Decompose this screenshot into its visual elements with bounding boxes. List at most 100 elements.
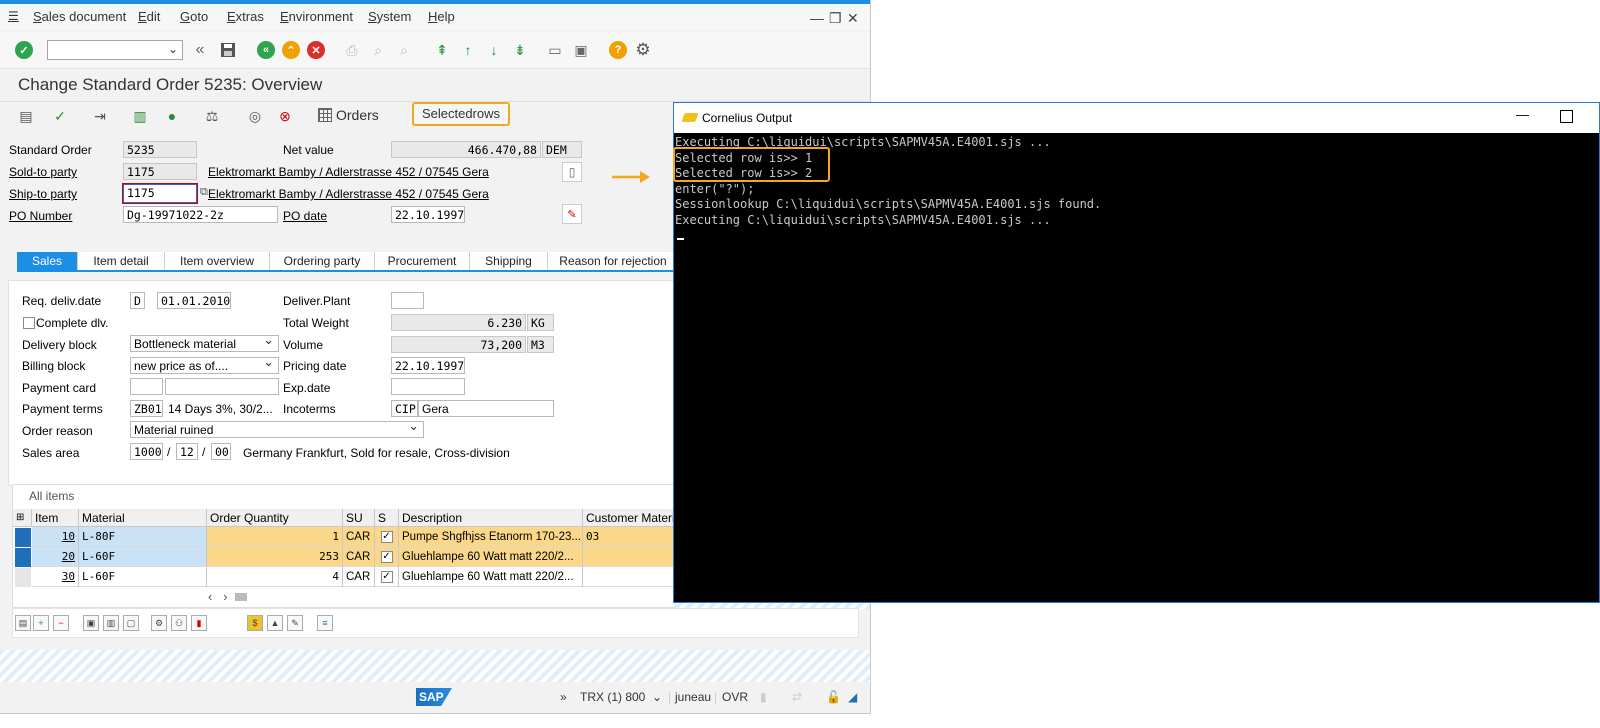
cell-customer-material[interactable]: 03 <box>583 527 675 547</box>
cell-description[interactable]: Gluehlampe 60 Watt matt 220/2... <box>399 567 583 587</box>
scroll-right-icon[interactable]: › <box>223 589 227 604</box>
tab-procurement[interactable]: Procurement <box>375 252 470 270</box>
resize-icon[interactable]: ◢ <box>848 690 857 704</box>
column-header-s[interactable]: S <box>375 509 399 527</box>
menu-goto[interactable]: Goto <box>180 9 208 24</box>
po-number-field[interactable]: Dg-19971022-2z <box>123 206 278 223</box>
item-detail-icon[interactable]: ▤ <box>15 615 31 631</box>
cell-item[interactable]: 30 <box>32 567 79 587</box>
billing-block-select[interactable]: new price as of.... <box>130 357 279 374</box>
row-selector[interactable] <box>15 528 31 547</box>
delivery-block-select[interactable]: Bottleneck material <box>130 335 279 352</box>
cell-customer-material[interactable] <box>583 567 675 587</box>
deliver-plant-field[interactable] <box>391 292 424 309</box>
enter-icon[interactable]: ✓ <box>14 40 34 60</box>
gear-icon[interactable]: ⚙ <box>633 40 653 60</box>
last-page-icon[interactable]: ⇟ <box>510 40 530 60</box>
menu-edit[interactable]: Edit <box>138 9 160 24</box>
check-icon[interactable]: ✓ <box>380 530 393 543</box>
sold-to-name[interactable]: Elektromarkt Bamby / Adlerstrasse 452 / … <box>208 165 489 179</box>
cell-su[interactable]: CAR <box>343 527 375 547</box>
table-settings-icon[interactable]: ⊞ <box>13 509 32 527</box>
lock-icon[interactable]: 🔓 <box>826 690 841 704</box>
tab-item-detail[interactable]: Item detail <box>78 252 165 270</box>
tab-shipping[interactable]: Shipping <box>470 252 548 270</box>
cell-description[interactable]: Pumpe Shgfhjss Etanorm 170-23... <box>399 527 583 547</box>
cancel-icon[interactable]: ✕ <box>306 40 326 60</box>
delete-row-icon[interactable]: − <box>53 615 69 631</box>
check-icon[interactable]: ✓ <box>380 550 393 563</box>
transfer-icon[interactable]: ⇥ <box>90 106 110 126</box>
row-selector[interactable] <box>15 568 31 587</box>
pricing-icon[interactable]: $ <box>247 615 263 631</box>
pricing-date-field[interactable]: 22.10.1997 <box>391 357 465 374</box>
signature-icon[interactable]: ✎ <box>562 204 582 224</box>
pin-icon[interactable]: ⊗ <box>275 106 295 126</box>
cell-s[interactable]: ✓ <box>375 547 399 567</box>
menu-help[interactable]: Help <box>428 9 455 24</box>
notes-icon[interactable]: ✎ <box>287 615 303 631</box>
collapse-icon[interactable]: « <box>190 40 210 60</box>
cell-material[interactable]: L-60F <box>79 567 207 587</box>
chart-icon[interactable]: ▮ <box>191 615 207 631</box>
document-icon[interactable]: ▤ <box>16 106 36 126</box>
help-icon[interactable]: ? <box>608 40 628 60</box>
cell-order-quantity[interactable]: 1 <box>207 527 343 547</box>
select-all-icon[interactable]: ▣ <box>83 615 99 631</box>
chevron-down-icon[interactable]: ⌄ <box>652 690 662 704</box>
exp-date-field[interactable] <box>391 378 465 395</box>
menu-environment[interactable]: Environment <box>280 9 353 24</box>
scroll-left-icon[interactable]: ‹ <box>208 589 212 604</box>
payment-terms-code-field[interactable]: ZB01 <box>130 400 163 417</box>
menu-extras[interactable]: Extras <box>227 9 264 24</box>
column-header-su[interactable]: SU <box>343 509 375 527</box>
first-page-icon[interactable]: ⇞ <box>432 40 452 60</box>
cell-customer-material[interactable] <box>583 547 675 567</box>
ship-to-name[interactable]: Elektromarkt Bamby / Adlerstrasse 452 / … <box>208 187 489 201</box>
new-session-icon[interactable]: ▭ <box>545 40 565 60</box>
exit-icon[interactable]: ⌃ <box>281 40 301 60</box>
maximize-icon[interactable] <box>1560 110 1573 123</box>
cell-su[interactable]: CAR <box>343 567 375 587</box>
column-header-item[interactable]: Item <box>32 509 79 527</box>
column-header-customer-material[interactable]: Customer Materi <box>583 509 675 527</box>
check-icon[interactable]: ✓ <box>50 106 70 126</box>
ship-to-label[interactable]: Ship-to party <box>9 187 77 201</box>
tab-item-overview[interactable]: Item overview <box>165 252 270 270</box>
status-transaction[interactable]: TRX (1) 800 <box>580 690 645 704</box>
back-icon[interactable]: « <box>256 40 276 60</box>
orders-button[interactable]: Orders <box>318 107 379 123</box>
po-number-label[interactable]: PO Number <box>9 209 72 223</box>
select-block-icon[interactable]: ▥ <box>103 615 119 631</box>
menu-icon[interactable]: ☰ <box>8 9 19 23</box>
check-icon[interactable]: ✓ <box>380 570 393 583</box>
close-window-icon[interactable]: ✕ <box>847 10 859 27</box>
menu-system[interactable]: System <box>368 9 411 24</box>
column-header-order-quantity[interactable]: Order Quantity <box>207 509 343 527</box>
cell-s[interactable]: ✓ <box>375 567 399 587</box>
payment-card-type-field[interactable] <box>130 378 163 395</box>
schedule-lines-icon[interactable]: ≡ <box>317 615 333 631</box>
deselect-all-icon[interactable]: ▢ <box>123 615 139 631</box>
status-mode[interactable]: OVR <box>722 690 748 704</box>
balance-icon[interactable]: ⚖ <box>202 106 222 126</box>
incoterms-text-field[interactable]: Gera <box>418 400 554 417</box>
req-deliv-date-field[interactable]: 01.01.2010 <box>157 292 231 309</box>
tab-ordering-party[interactable]: Ordering party <box>270 252 375 270</box>
cell-item[interactable]: 20 <box>32 547 79 567</box>
division-field[interactable]: 00 <box>211 443 231 460</box>
menu-sales-document[interactable]: Sales document <box>33 9 126 24</box>
document-icon[interactable]: ▯ <box>562 162 582 182</box>
person-icon[interactable]: ● <box>162 106 182 126</box>
horizontal-scrollbar[interactable]: ‹ › <box>208 589 247 604</box>
sales-org-field[interactable]: 1000 <box>130 443 163 460</box>
distribution-channel-field[interactable]: 12 <box>176 443 198 460</box>
po-date-label[interactable]: PO date <box>283 209 327 223</box>
row-selector[interactable] <box>15 548 31 567</box>
copy-icon[interactable]: ⧉ <box>200 186 208 199</box>
save-icon[interactable] <box>218 40 238 60</box>
cell-item[interactable]: 10 <box>32 527 79 547</box>
configuration-icon[interactable]: ⚙ <box>151 615 167 631</box>
conditions-icon[interactable]: ▲ <box>267 615 283 631</box>
previous-page-icon[interactable]: ↑ <box>458 40 478 60</box>
